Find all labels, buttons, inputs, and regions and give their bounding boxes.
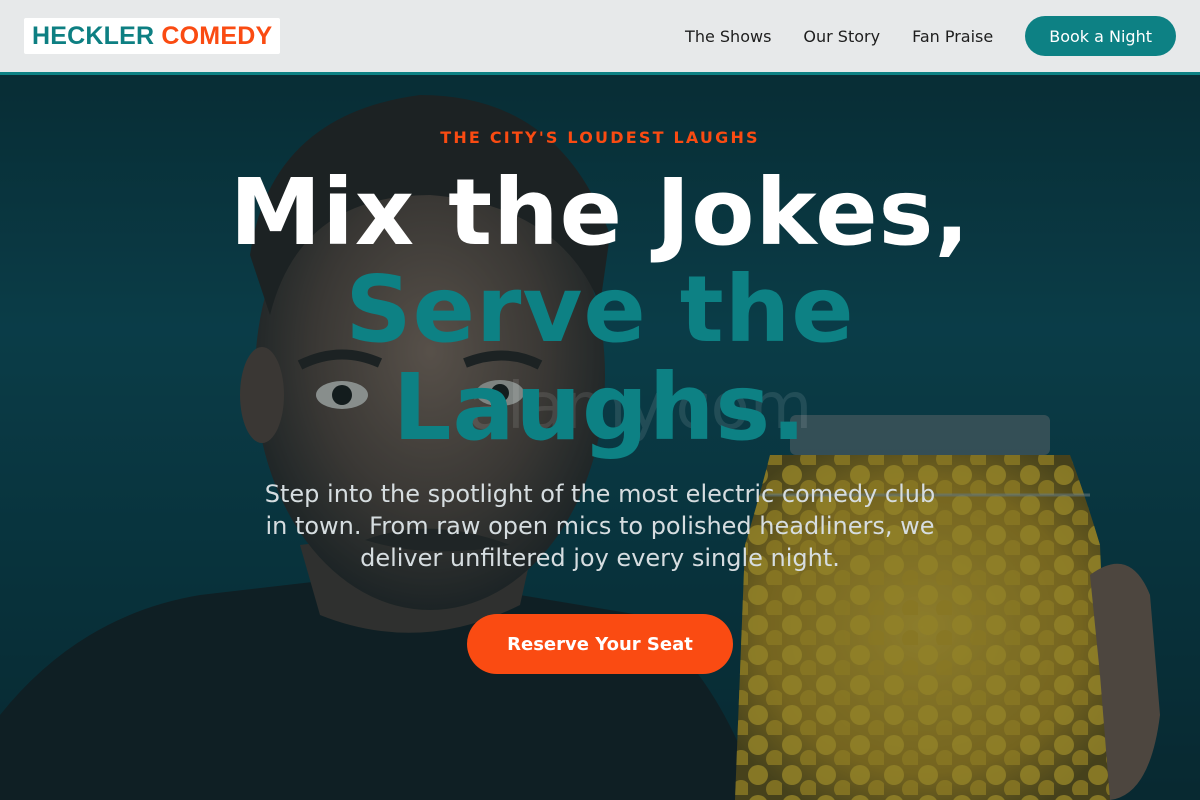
- logo-text-heckler: HECKLER: [32, 21, 155, 50]
- hero-headline-line-2: Serve the Laughs.: [345, 256, 855, 461]
- book-a-night-button[interactable]: Book a Night: [1025, 16, 1176, 56]
- header-accent-line: [0, 72, 1200, 75]
- nav-link-our-story[interactable]: Our Story: [803, 27, 880, 46]
- hero-headline-line-1: Mix the Jokes,: [229, 159, 971, 266]
- nav-link-fan-praise[interactable]: Fan Praise: [912, 27, 993, 46]
- nav-link-the-shows[interactable]: The Shows: [685, 27, 771, 46]
- logo[interactable]: HECKLER COMEDY: [24, 18, 281, 54]
- reserve-your-seat-button[interactable]: Reserve Your Seat: [467, 614, 733, 674]
- hero-section: THE CITY'S LOUDEST LAUGHS Mix the Jokes,…: [0, 75, 1200, 800]
- hero-subtext: Step into the spotlight of the most elec…: [264, 480, 936, 572]
- hero-eyebrow: THE CITY'S LOUDEST LAUGHS: [440, 128, 760, 147]
- main-nav: The Shows Our Story Fan Praise Book a Ni…: [685, 16, 1176, 56]
- logo-text-comedy: COMEDY: [161, 21, 273, 50]
- site-header: HECKLER COMEDY The Shows Our Story Fan P…: [0, 0, 1200, 72]
